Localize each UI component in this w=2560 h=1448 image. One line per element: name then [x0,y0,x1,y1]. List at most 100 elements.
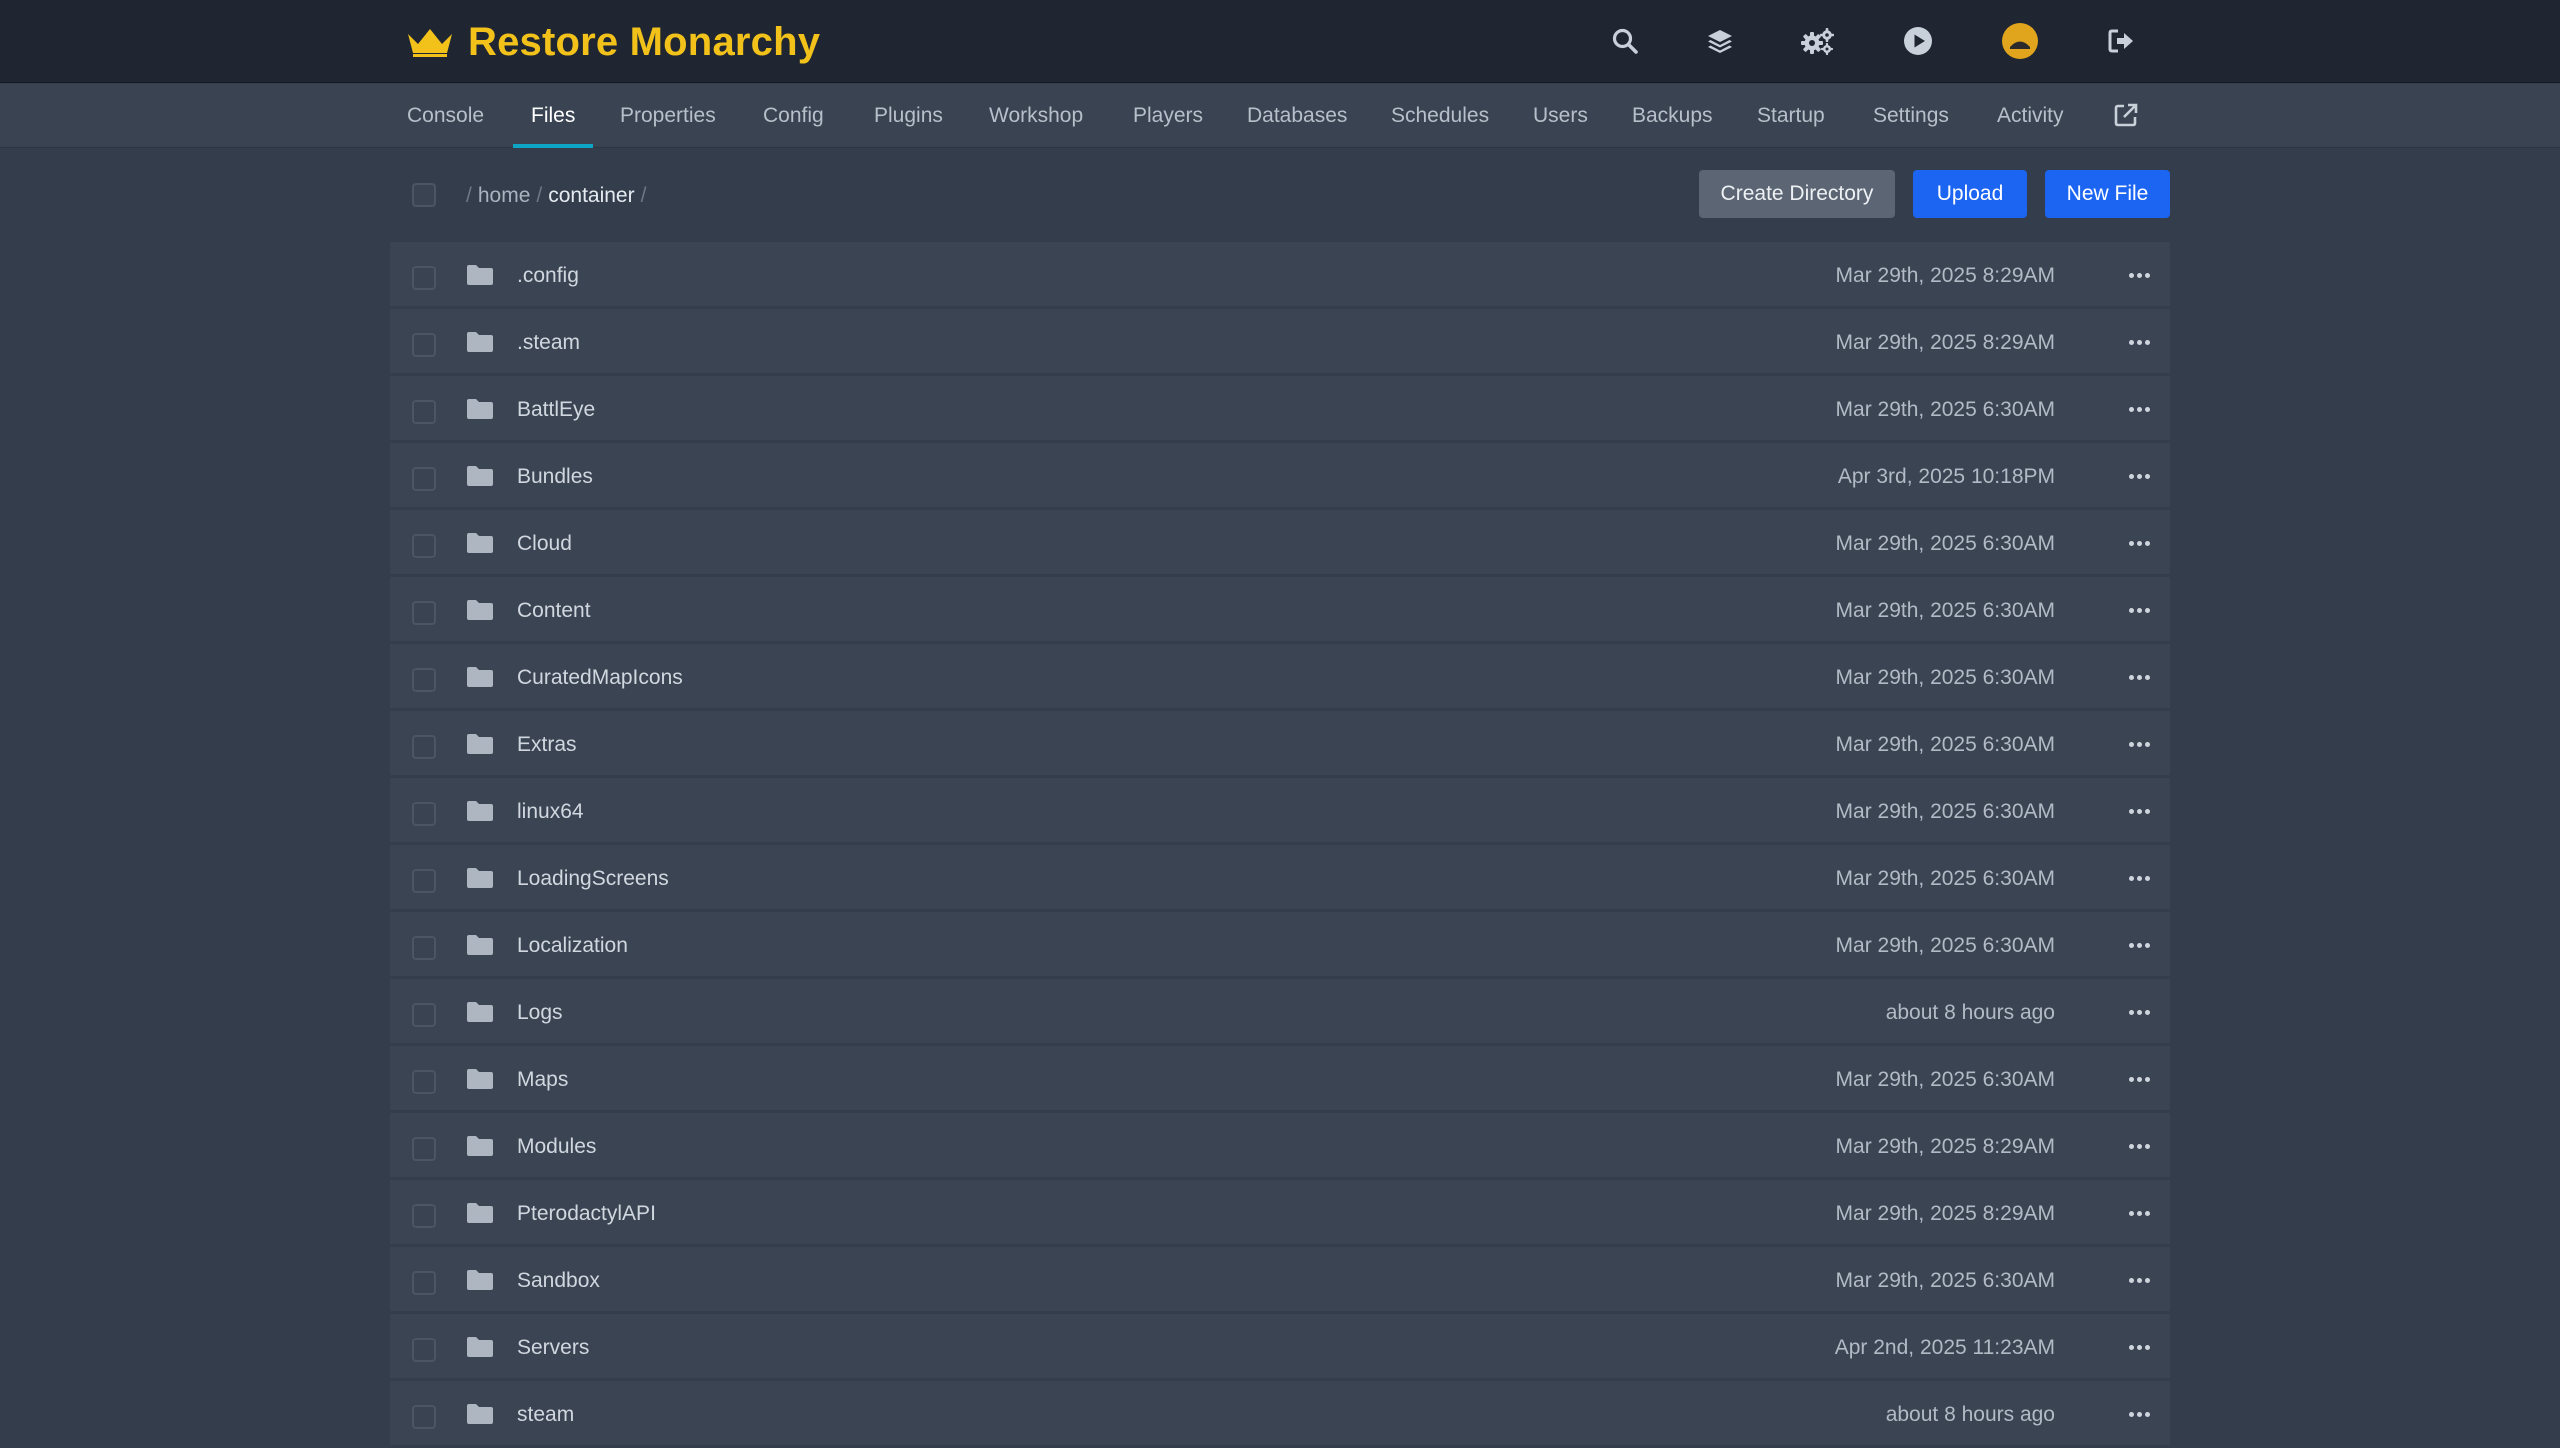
more-options-icon[interactable] [2125,598,2153,622]
file-name[interactable]: Bundles [517,443,593,510]
row-checkbox[interactable] [412,467,436,491]
more-options-icon[interactable] [2125,1067,2153,1091]
upload-button[interactable]: Upload [1913,170,2027,218]
file-name[interactable]: steam [517,1381,574,1448]
tab-activity[interactable]: Activity [1979,84,2082,148]
new-file-button[interactable]: New File [2045,170,2170,218]
row-checkbox[interactable] [412,1204,436,1228]
row-checkbox[interactable] [412,601,436,625]
row-checkbox[interactable] [412,1137,436,1161]
file-row[interactable]: BattlEye Mar 29th, 2025 6:30AM [390,376,2170,440]
more-options-icon[interactable] [2125,330,2153,354]
file-row[interactable]: .config Mar 29th, 2025 8:29AM [390,242,2170,306]
tab-players[interactable]: Players [1115,84,1221,148]
more-options-icon[interactable] [2125,397,2153,421]
more-options-icon[interactable] [2125,531,2153,555]
row-checkbox[interactable] [412,1070,436,1094]
file-row[interactable]: Content Mar 29th, 2025 6:30AM [390,577,2170,641]
external-link-icon[interactable] [2113,102,2139,128]
row-checkbox[interactable] [412,266,436,290]
file-row[interactable]: LoadingScreens Mar 29th, 2025 6:30AM [390,845,2170,909]
file-row[interactable]: Extras Mar 29th, 2025 6:30AM [390,711,2170,775]
row-checkbox[interactable] [412,534,436,558]
more-options-icon[interactable] [2125,263,2153,287]
tab-files[interactable]: Files [513,84,594,148]
tab-startup[interactable]: Startup [1739,84,1843,148]
file-name[interactable]: BattlEye [517,376,595,443]
tab-users[interactable]: Users [1515,84,1606,148]
file-row[interactable]: Logs about 8 hours ago [390,979,2170,1043]
row-checkbox[interactable] [412,869,436,893]
file-row[interactable]: PterodactylAPI Mar 29th, 2025 8:29AM [390,1180,2170,1244]
row-checkbox[interactable] [412,1271,436,1295]
more-options-icon[interactable] [2125,799,2153,823]
row-checkbox[interactable] [412,802,436,826]
row-checkbox[interactable] [412,668,436,692]
row-checkbox[interactable] [412,735,436,759]
play-icon[interactable] [1897,20,1939,62]
file-row[interactable]: Localization Mar 29th, 2025 6:30AM [390,912,2170,976]
file-name[interactable]: .steam [517,309,580,376]
select-all-checkbox[interactable] [412,183,436,207]
file-name[interactable]: Logs [517,979,563,1046]
tab-schedules[interactable]: Schedules [1373,84,1507,148]
breadcrumb-home[interactable]: home [478,184,531,207]
search-icon[interactable] [1604,20,1646,62]
row-checkbox[interactable] [412,400,436,424]
more-options-icon[interactable] [2125,866,2153,890]
cogs-icon[interactable] [1797,20,1839,62]
file-row[interactable]: .steam Mar 29th, 2025 8:29AM [390,309,2170,373]
file-name[interactable]: Cloud [517,510,572,577]
more-options-icon[interactable] [2125,732,2153,756]
file-row[interactable]: linux64 Mar 29th, 2025 6:30AM [390,778,2170,842]
more-options-icon[interactable] [2125,665,2153,689]
more-options-icon[interactable] [2125,1268,2153,1292]
file-name[interactable]: Sandbox [517,1247,600,1314]
breadcrumb-container[interactable]: container [548,184,634,207]
file-name[interactable]: Modules [517,1113,596,1180]
file-name[interactable]: Maps [517,1046,568,1113]
file-row[interactable]: Modules Mar 29th, 2025 8:29AM [390,1113,2170,1177]
tab-workshop[interactable]: Workshop [971,84,1101,148]
file-row[interactable]: Cloud Mar 29th, 2025 6:30AM [390,510,2170,574]
row-checkbox[interactable] [412,1405,436,1429]
more-options-icon[interactable] [2125,1201,2153,1225]
more-options-icon[interactable] [2125,1335,2153,1359]
file-row[interactable]: Servers Apr 2nd, 2025 11:23AM [390,1314,2170,1378]
tab-settings[interactable]: Settings [1855,84,1967,148]
more-options-icon[interactable] [2125,933,2153,957]
file-row[interactable]: Bundles Apr 3rd, 2025 10:18PM [390,443,2170,507]
file-name[interactable]: Servers [517,1314,589,1381]
row-checkbox[interactable] [412,333,436,357]
file-name[interactable]: PterodactylAPI [517,1180,656,1247]
layers-icon[interactable] [1699,20,1741,62]
file-name[interactable]: Content [517,577,591,644]
more-options-icon[interactable] [2125,1134,2153,1158]
file-name[interactable]: LoadingScreens [517,845,669,912]
file-row[interactable]: Maps Mar 29th, 2025 6:30AM [390,1046,2170,1110]
tab-config[interactable]: Config [745,84,842,148]
row-checkbox[interactable] [412,1338,436,1362]
row-checkbox[interactable] [412,1003,436,1027]
more-options-icon[interactable] [2125,464,2153,488]
tab-properties[interactable]: Properties [602,84,734,148]
file-name[interactable]: .config [517,242,579,309]
create-directory-button[interactable]: Create Directory [1699,170,1895,218]
tab-console[interactable]: Console [389,84,502,148]
avatar[interactable] [1999,20,2041,62]
more-options-icon[interactable] [2125,1402,2153,1426]
file-row[interactable]: Sandbox Mar 29th, 2025 6:30AM [390,1247,2170,1311]
tab-databases[interactable]: Databases [1229,84,1365,148]
file-name[interactable]: CuratedMapIcons [517,644,683,711]
file-name[interactable]: Extras [517,711,577,778]
file-row[interactable]: steam about 8 hours ago [390,1381,2170,1445]
tab-plugins[interactable]: Plugins [856,84,961,148]
more-options-icon[interactable] [2125,1000,2153,1024]
tab-backups[interactable]: Backups [1614,84,1731,148]
logout-icon[interactable] [2100,20,2142,62]
row-checkbox[interactable] [412,936,436,960]
file-row[interactable]: CuratedMapIcons Mar 29th, 2025 6:30AM [390,644,2170,708]
file-name[interactable]: linux64 [517,778,584,845]
file-name[interactable]: Localization [517,912,628,979]
file-modified-date: Mar 29th, 2025 6:30AM [1835,599,2055,622]
